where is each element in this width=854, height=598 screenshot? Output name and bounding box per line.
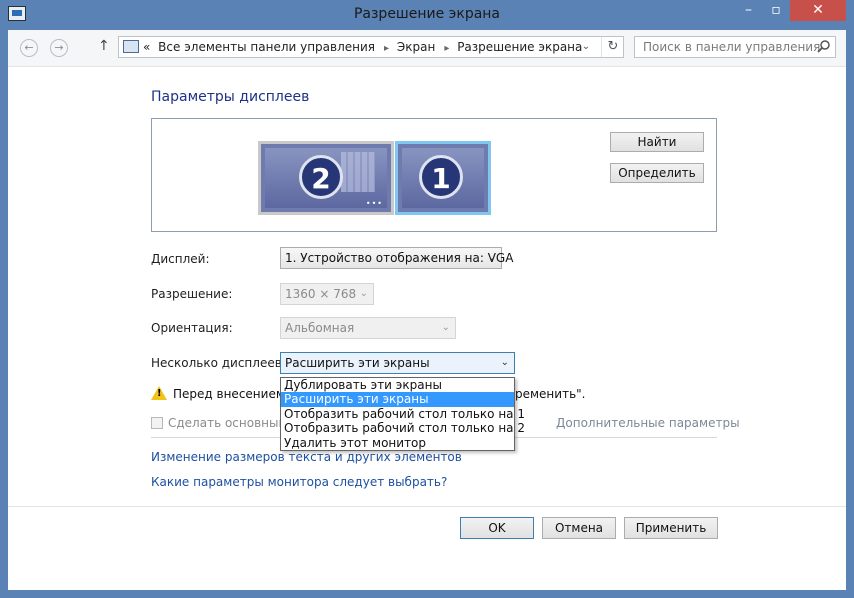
control-panel-icon	[123, 40, 139, 53]
option-remove-monitor[interactable]: Удалить этот монитор	[281, 436, 514, 450]
refresh-button[interactable]: ↻	[601, 37, 624, 57]
chevron-down-icon: ⌄	[359, 288, 368, 299]
chevron-down-icon: ⌄	[500, 357, 509, 368]
warning-icon	[151, 386, 167, 400]
minimize-button[interactable]: –	[735, 0, 762, 21]
breadcrumb-separator-icon[interactable]: ▸	[384, 43, 389, 54]
page-title: Параметры дисплеев	[151, 89, 310, 105]
search-icon[interactable]	[817, 39, 831, 53]
ok-button[interactable]: OK	[460, 517, 534, 539]
advanced-settings-link[interactable]: Дополнительные параметры	[556, 416, 740, 430]
title-bar[interactable]: Разрешение экрана – ▫ ✕	[0, 0, 854, 30]
make-primary-checkbox	[151, 417, 163, 429]
breadcrumb-item-screen-resolution[interactable]: Разрешение экрана	[457, 40, 582, 54]
forward-button[interactable]: →	[50, 39, 68, 57]
resolution-select: 1360 × 768 ⌄	[280, 283, 374, 305]
back-button[interactable]: ←	[20, 39, 38, 57]
display-select-value: 1. Устройство отображения на: VGA	[285, 251, 514, 265]
monitor-2-number: 2	[299, 155, 343, 199]
address-bar[interactable]: « Все элементы панели управления ▸ Экран ▸…	[118, 36, 624, 58]
multiple-displays-select-value: Расширить эти экраны	[285, 356, 430, 370]
orientation-label: Ориентация:	[151, 321, 233, 335]
window: Разрешение экрана – ▫ ✕ ← → ↑ « Все элем…	[0, 0, 854, 598]
client-area: ← → ↑ « Все элементы панели управления ▸ …	[8, 30, 846, 590]
option-show-only-on-2[interactable]: Отобразить рабочий стол только на 2	[281, 421, 525, 435]
maximize-button[interactable]: ▫	[763, 0, 789, 21]
display-label: Дисплей:	[151, 252, 210, 266]
search-placeholder: Поиск в панели управления	[643, 40, 821, 54]
chevron-down-icon: ⌄	[487, 252, 496, 263]
multiple-displays-select[interactable]: Расширить эти экраны ⌄	[280, 352, 515, 374]
breadcrumb: « Все элементы панели управления ▸ Экран ▸…	[143, 40, 586, 54]
window-title: Разрешение экрана	[353, 6, 501, 22]
resolution-select-value: 1360 × 768	[285, 287, 357, 301]
breadcrumb-item-display[interactable]: Экран	[397, 40, 435, 54]
footer-divider	[8, 506, 846, 507]
text-size-link[interactable]: Изменение размеров текста и других элеме…	[151, 450, 462, 464]
orientation-select: Альбомная ⌄	[280, 317, 456, 339]
address-history-dropdown[interactable]: ⌄	[577, 38, 595, 56]
breadcrumb-separator-icon[interactable]: ▸	[444, 43, 449, 54]
warning-text: Перед внесением д	[173, 387, 297, 401]
option-extend[interactable]: Расширить эти экраны	[281, 392, 514, 407]
desktop-tiles-decoration	[341, 152, 375, 192]
find-button[interactable]: Найти	[610, 132, 704, 152]
address-toolbar: ← → ↑ « Все элементы панели управления ▸ …	[8, 30, 846, 67]
monitor-1[interactable]: 1	[395, 141, 491, 215]
apply-button[interactable]: Применить	[624, 517, 718, 539]
monitor-2[interactable]: 2 •••	[258, 141, 394, 215]
warning-text-tail: ременить".	[515, 387, 586, 401]
close-button[interactable]: ✕	[790, 0, 846, 21]
resolution-label: Разрешение:	[151, 287, 233, 301]
identify-button[interactable]: Определить	[610, 163, 704, 183]
cancel-button[interactable]: Отмена	[542, 517, 616, 539]
display-preview: 2 ••• 1 Найти Определить	[151, 118, 717, 232]
multiple-displays-label: Несколько дисплеев:	[151, 356, 286, 370]
multiple-displays-dropdown-list: Дублировать эти экраны Расширить эти экр…	[280, 377, 525, 451]
up-button[interactable]: ↑	[98, 38, 110, 54]
option-duplicate[interactable]: Дублировать эти экраны	[281, 378, 514, 392]
orientation-select-value: Альбомная	[285, 321, 355, 335]
option-show-only-on-1[interactable]: Отобразить рабочий стол только на 1	[281, 407, 525, 421]
monitor-1-number: 1	[419, 155, 463, 199]
display-select[interactable]: 1. Устройство отображения на: VGA ⌄	[280, 247, 513, 269]
breadcrumb-item-all-control-panel[interactable]: Все элементы панели управления	[158, 40, 375, 54]
monitor-dots: •••	[365, 199, 383, 208]
chevron-down-icon: ⌄	[441, 322, 450, 333]
search-input[interactable]: Поиск в панели управления	[634, 36, 836, 58]
which-settings-link[interactable]: Какие параметры монитора следует выбрать…	[151, 475, 447, 489]
breadcrumb-overflow-chevrons[interactable]: «	[143, 40, 150, 54]
